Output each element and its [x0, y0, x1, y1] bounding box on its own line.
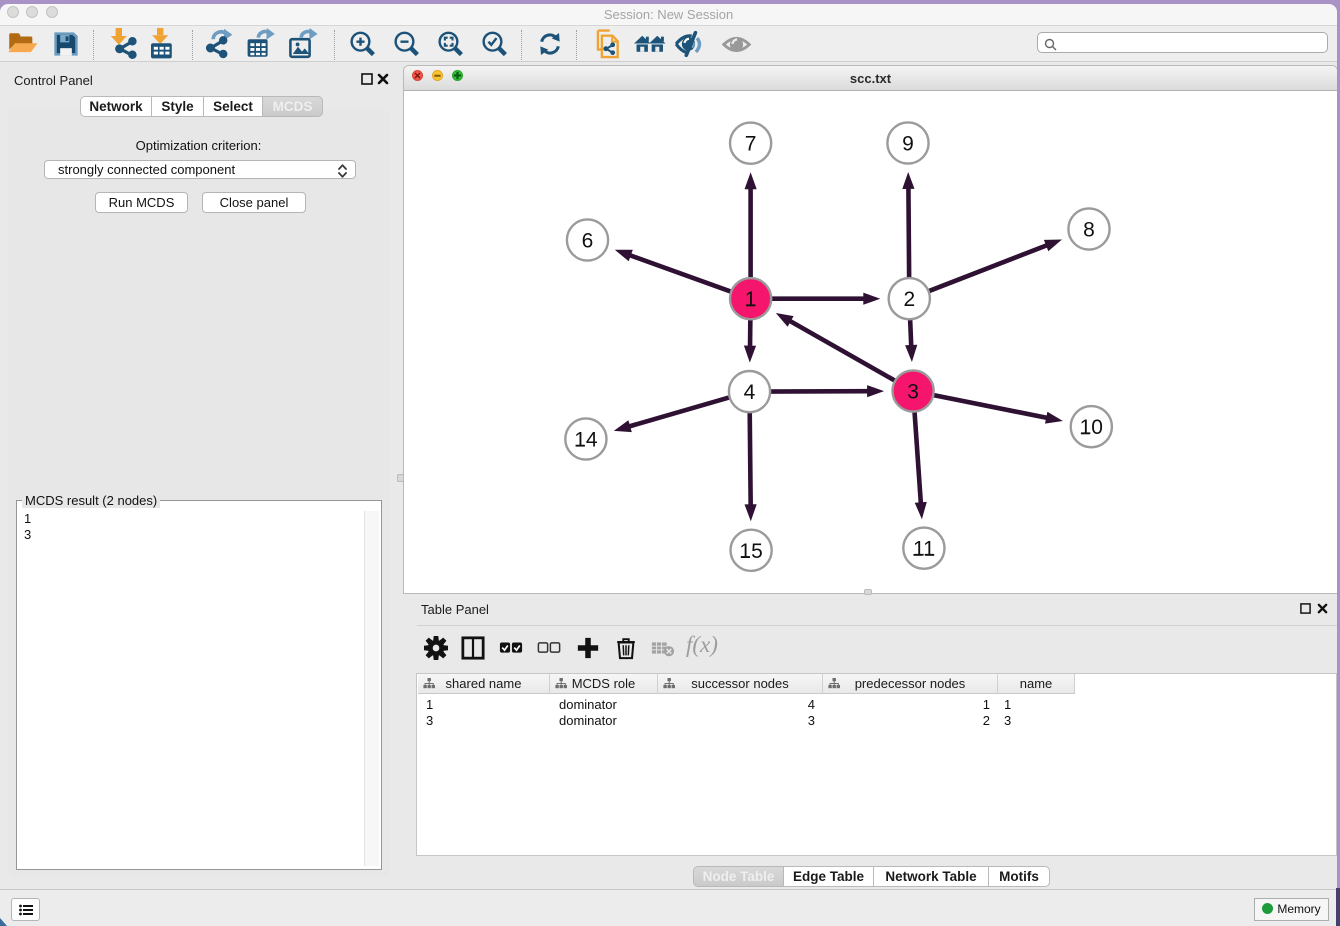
svg-text:9: 9: [902, 133, 914, 156]
svg-text:6: 6: [582, 230, 594, 253]
svg-text:10: 10: [1080, 416, 1103, 439]
svg-text:15: 15: [739, 540, 762, 563]
svg-text:14: 14: [574, 429, 598, 452]
svg-text:1: 1: [745, 288, 757, 311]
svg-text:4: 4: [744, 381, 756, 404]
svg-text:3: 3: [907, 381, 919, 404]
svg-text:2: 2: [903, 288, 915, 311]
svg-text:11: 11: [913, 538, 935, 561]
svg-text:8: 8: [1083, 219, 1095, 242]
svg-text:7: 7: [745, 133, 757, 156]
